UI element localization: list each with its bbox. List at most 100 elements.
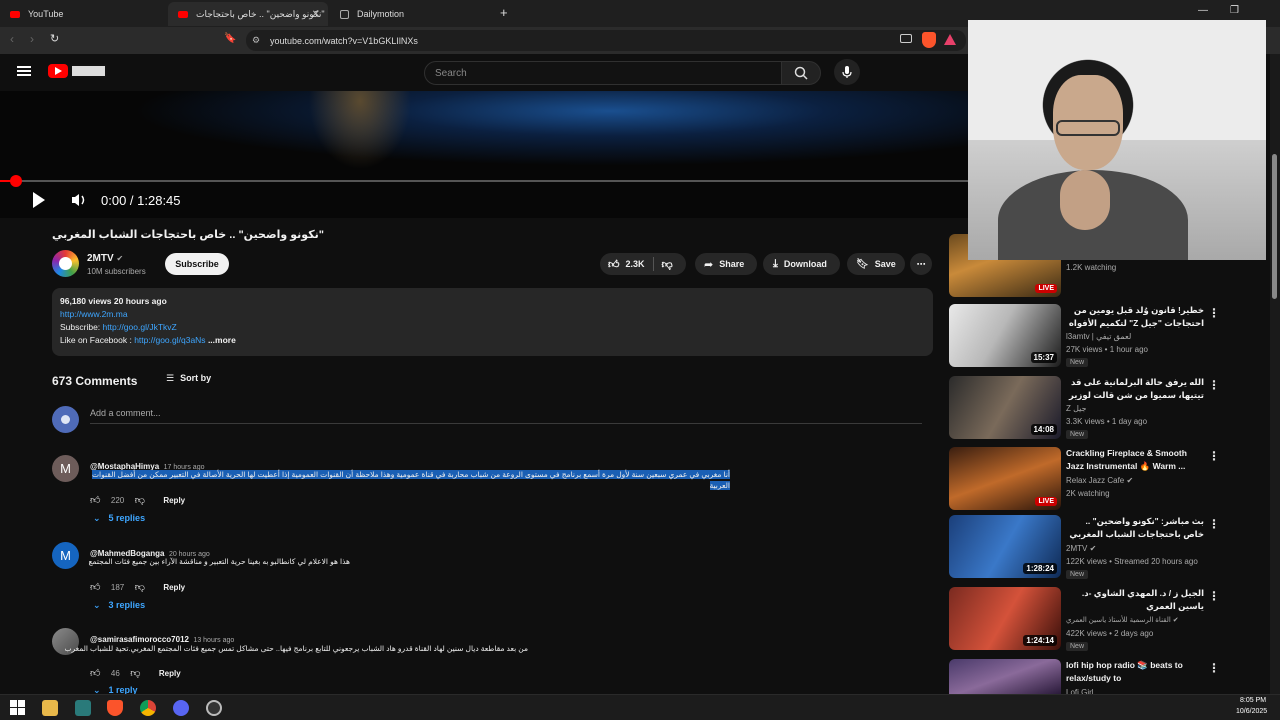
more-options-icon[interactable]: ⋮ (1208, 306, 1220, 320)
forward-icon[interactable]: › (30, 32, 34, 46)
comment-avatar[interactable]: M (52, 455, 79, 482)
progress-bar[interactable] (0, 175, 968, 187)
more-actions-button[interactable]: ⋯ (910, 253, 932, 275)
facebook-link[interactable]: http://goo.gl/q3aNs (134, 335, 205, 345)
more-options-icon[interactable]: ⋮ (1208, 449, 1220, 463)
comment-author[interactable]: @samirasafimorocco7012 (90, 635, 189, 644)
voice-search-button[interactable] (834, 59, 860, 85)
more-options-icon[interactable]: ⋮ (1208, 661, 1220, 675)
search-button[interactable] (781, 61, 821, 85)
video-thumbnail[interactable]: 14:08 (949, 376, 1061, 439)
more-options-icon[interactable]: ⋮ (1208, 378, 1220, 392)
chevron-down-icon: ⌄ (93, 600, 101, 610)
video-thumbnail[interactable]: 15:37 (949, 304, 1061, 367)
comment-avatar[interactable]: M (52, 542, 79, 569)
video-thumbnail[interactable]: LIVE (949, 447, 1061, 510)
close-tab-icon[interactable]: ✕ (312, 9, 320, 20)
add-comment-input[interactable]: Add a comment... (90, 407, 922, 424)
video-thumbnail[interactable] (949, 659, 1061, 694)
download-button[interactable]: ⤓ Download (763, 253, 840, 275)
reload-icon[interactable]: ↻ (50, 32, 59, 45)
more-options-icon[interactable]: ⋮ (1208, 589, 1220, 603)
scrollbar-thumb[interactable] (1272, 154, 1277, 299)
subscribe-button[interactable]: Subscribe (165, 253, 229, 275)
duration-badge: 14:08 (1030, 424, 1057, 435)
subscribe-link[interactable]: http://goo.gl/JkTkvZ (103, 322, 177, 332)
website-link[interactable]: http://www.2m.ma (60, 309, 128, 319)
sidebar-channel[interactable]: القناة الرسمية للأستاذ ياسين العمري ✔ (1066, 616, 1179, 624)
like-icon[interactable]: 👍︎ (90, 668, 100, 679)
time-display: 0:00 / 1:28:45 (101, 193, 181, 208)
like-icon[interactable]: 👍︎ (608, 258, 620, 271)
sidebar-channel[interactable]: Z جيل (1066, 404, 1087, 413)
view-replies-button[interactable]: ⌄ 3 replies (93, 600, 145, 611)
sidebar-channel[interactable]: Relax Jazz Cafe ✔ (1066, 476, 1133, 485)
like-icon[interactable]: 👍︎ (90, 582, 100, 593)
more-options-icon[interactable]: ⋮ (1208, 517, 1220, 531)
video-title: "نكونو واضحين" .. خاص باحتجاجات الشباب ا… (52, 229, 324, 241)
verified-icon: ✔ (1089, 544, 1097, 553)
subscriber-count: 10M subscribers (87, 267, 146, 276)
sidebar-video-title[interactable]: lofi hip hop radio 📚 beats to relax/stud… (1066, 659, 1204, 685)
sidebar-channel[interactable]: l3amtv | لعمق تيفي (1066, 332, 1131, 341)
view-replies-button[interactable]: ⌄ 5 replies (93, 513, 145, 524)
sidebar-video-title[interactable]: خطير! قانون وُلد قبل يومين من احتجاجات "… (1066, 304, 1204, 330)
cast-icon[interactable] (900, 34, 912, 43)
reply-button[interactable]: Reply (163, 583, 185, 592)
reply-button[interactable]: Reply (163, 496, 185, 505)
brave-shields-icon[interactable] (922, 32, 936, 48)
sidebar-video-title[interactable]: الله يرفق حالة البرلمانية على قد تيتيها،… (1066, 376, 1204, 402)
brave-rewards-icon[interactable] (944, 34, 956, 45)
video-thumbnail[interactable]: 1:24:14 (949, 587, 1061, 650)
restore-icon[interactable]: ❐ (1230, 5, 1239, 16)
like-count[interactable]: 2.3K (626, 259, 645, 269)
new-tab-icon[interactable]: + (500, 5, 508, 20)
tab-youtube[interactable]: YouTube (0, 2, 168, 26)
sidebar-video-title[interactable]: Crackling Fireplace & Smooth Jazz Instru… (1066, 447, 1204, 473)
dislike-icon[interactable]: 👎︎ (130, 668, 140, 679)
channel-name[interactable]: 2MTV ✔ (87, 253, 123, 264)
brave-browser-icon[interactable] (107, 700, 123, 716)
reply-button[interactable]: Reply (159, 669, 181, 678)
menu-icon[interactable] (17, 66, 31, 68)
tab-dailymotion[interactable]: Dailymotion (330, 2, 490, 26)
discord-icon[interactable] (173, 700, 189, 716)
video-player[interactable]: 0:00 / 1:28:45 (0, 91, 968, 218)
description-box[interactable]: 96,180 views 20 hours ago http://www.2m.… (52, 288, 933, 356)
obs-icon[interactable] (206, 700, 222, 716)
verified-icon: ✔ (116, 254, 124, 263)
minimize-icon[interactable]: — (1198, 5, 1208, 16)
sidebar-video-title[interactable]: بث مباشر: "نكونو واضحين" .. خاص باحتجاجا… (1066, 515, 1204, 541)
tab-current-video[interactable]: "نكونو واضحين" .. خاص باحتجاجات ✕ (168, 2, 328, 26)
progress-scrubber[interactable] (10, 175, 22, 187)
sidebar-video-title[interactable]: الجيل ز / د. المهدي الشاوي -د. ياسين الع… (1066, 587, 1204, 613)
dislike-icon[interactable]: 👎︎ (662, 258, 673, 271)
facebook-line: Like on Facebook : http://goo.gl/q3aNs .… (60, 335, 236, 345)
show-more[interactable]: ...more (208, 335, 236, 345)
url-text: youtube.com/watch?v=V1bGKLIlNXs (270, 35, 418, 46)
app-icon[interactable] (75, 700, 91, 716)
search-input[interactable]: Search (424, 61, 782, 85)
windows-start-icon[interactable] (10, 700, 26, 716)
dislike-icon[interactable]: 👎︎ (135, 582, 145, 593)
file-explorer-icon[interactable] (42, 700, 58, 716)
share-button[interactable]: ➦ Share (695, 253, 757, 275)
page-scrollbar[interactable] (1270, 54, 1280, 694)
dislike-icon[interactable]: 👎︎ (135, 495, 145, 506)
bookmark-icon[interactable]: 🔖 (224, 33, 236, 44)
sidebar-meta: 122K views • Streamed 20 hours ago (1066, 557, 1198, 566)
video-thumbnail[interactable]: 1:28:24 (949, 515, 1061, 578)
sidebar-channel[interactable]: 2MTV ✔ (1066, 544, 1096, 553)
sort-by-button[interactable]: ☰ Sort by (166, 373, 211, 384)
site-info-icon[interactable]: ⚙ (252, 35, 260, 46)
volume-icon[interactable] (70, 192, 88, 208)
play-icon[interactable] (33, 192, 45, 208)
save-icon: 🔖︎ (856, 258, 869, 270)
youtube-logo[interactable] (48, 64, 68, 78)
save-button[interactable]: 🔖︎ Save (847, 253, 905, 275)
channel-avatar[interactable] (52, 250, 79, 277)
back-icon[interactable]: ‹ (10, 32, 14, 46)
like-icon[interactable]: 👍︎ (90, 495, 100, 506)
chrome-icon[interactable] (140, 700, 156, 716)
address-bar[interactable]: ⚙ youtube.com/watch?v=V1bGKLIlNXs (246, 30, 966, 51)
